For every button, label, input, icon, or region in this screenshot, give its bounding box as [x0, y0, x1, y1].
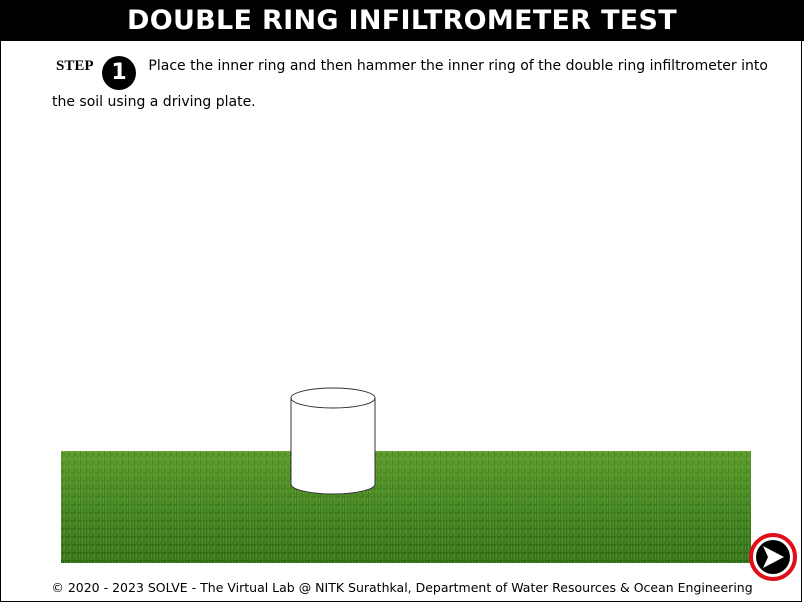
footer-copyright: © 2020 - 2023 SOLVE - The Virtual Lab @ … [51, 580, 753, 595]
inner-ring [290, 387, 376, 495]
grass-ground [61, 451, 751, 563]
next-arrow-icon [749, 533, 797, 581]
next-button[interactable] [749, 533, 797, 581]
infiltrometer-scene [61, 387, 751, 563]
